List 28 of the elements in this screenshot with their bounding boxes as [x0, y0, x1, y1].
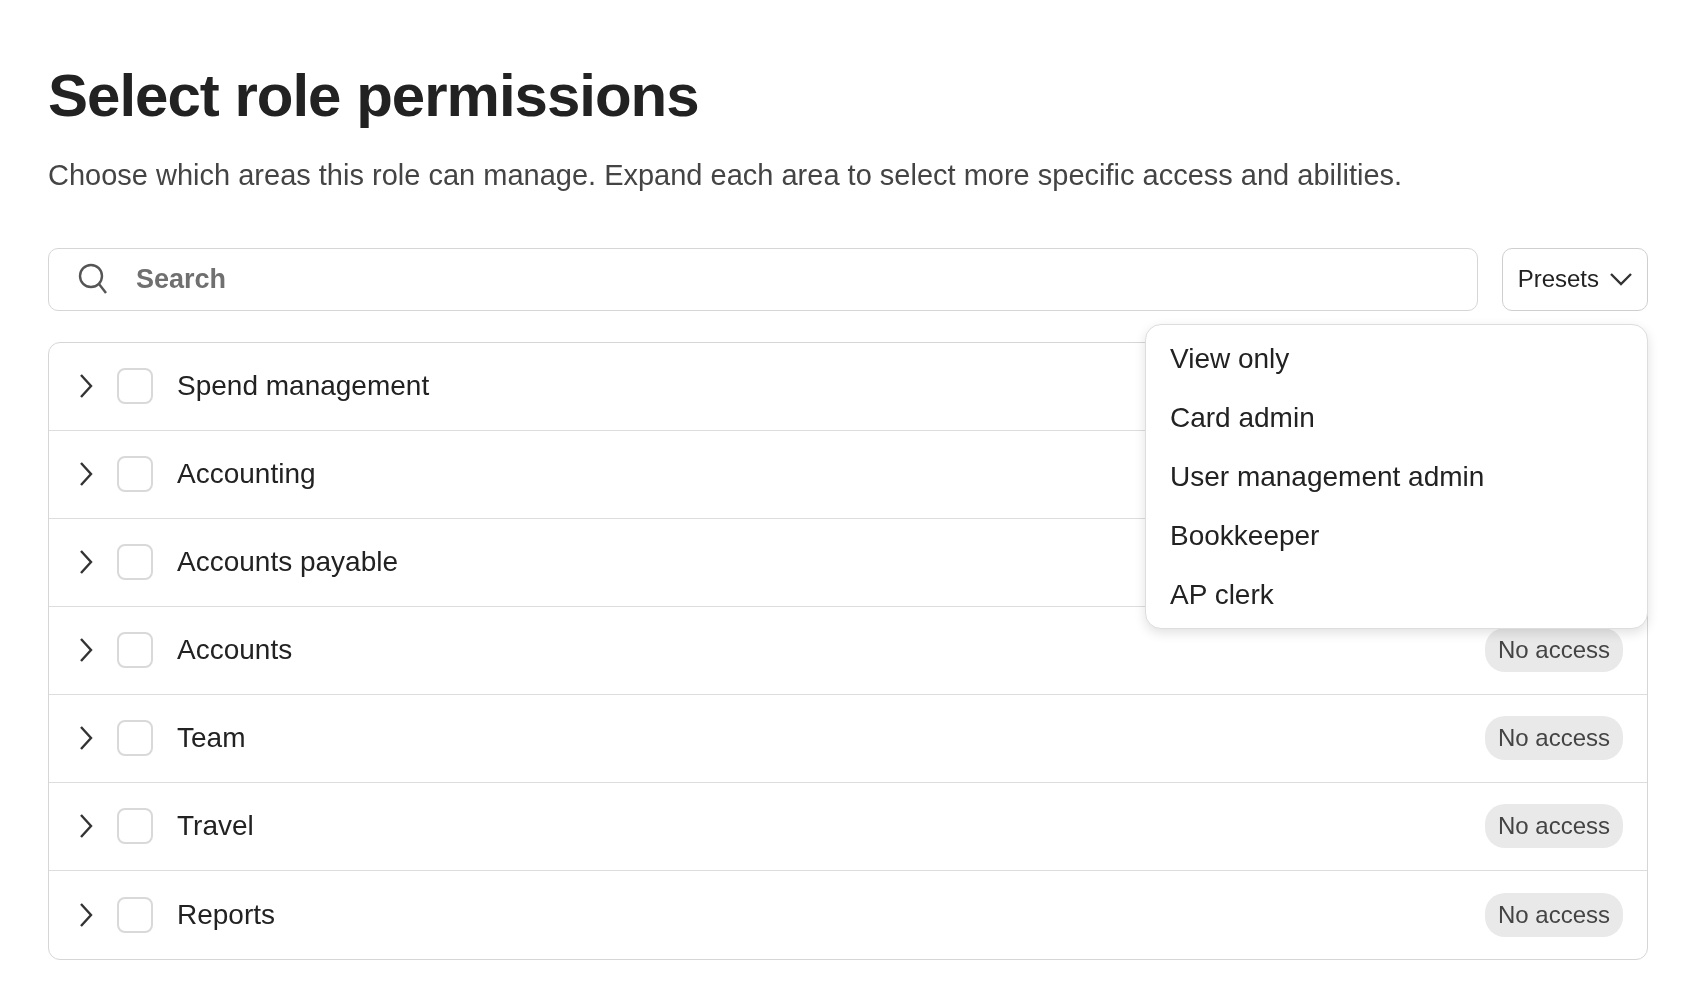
- access-badge: No access: [1484, 804, 1623, 848]
- area-name: Spend management: [177, 369, 430, 403]
- search-field[interactable]: Search: [48, 247, 1478, 311]
- checkbox[interactable]: [117, 632, 153, 668]
- menu-item[interactable]: View only: [1146, 328, 1647, 388]
- checkbox[interactable]: [117, 456, 153, 492]
- page-title: Select role permissions: [48, 61, 700, 131]
- checkbox[interactable]: [117, 896, 153, 933]
- menu-item[interactable]: User management admin: [1146, 446, 1647, 506]
- menu-item[interactable]: Bookkeeper: [1146, 505, 1647, 565]
- checkbox[interactable]: [117, 808, 153, 844]
- presets-dropdown[interactable]: Presets: [1501, 247, 1648, 311]
- checkbox[interactable]: [117, 720, 153, 756]
- page-description: Choose which areas this role can manage. Expand each area to select more specific access and abilities.: [48, 158, 1404, 193]
- area-name: Accounting: [177, 457, 316, 491]
- area-name: Travel: [177, 809, 254, 843]
- area-name: Team: [177, 721, 246, 755]
- checkbox[interactable]: [117, 544, 153, 580]
- area-name: Accounts payable: [177, 545, 399, 579]
- menu-item[interactable]: Card admin: [1146, 387, 1647, 447]
- access-badge: No access: [1484, 628, 1623, 672]
- area-name: Reports: [177, 897, 276, 932]
- access-badge: No access: [1484, 716, 1623, 760]
- menu-item[interactable]: AP clerk: [1146, 564, 1647, 624]
- chevron-down-icon: [1609, 272, 1633, 286]
- access-badge: No access: [1484, 892, 1623, 937]
- checkbox[interactable]: [117, 368, 153, 404]
- area-name: Accounts: [177, 633, 293, 667]
